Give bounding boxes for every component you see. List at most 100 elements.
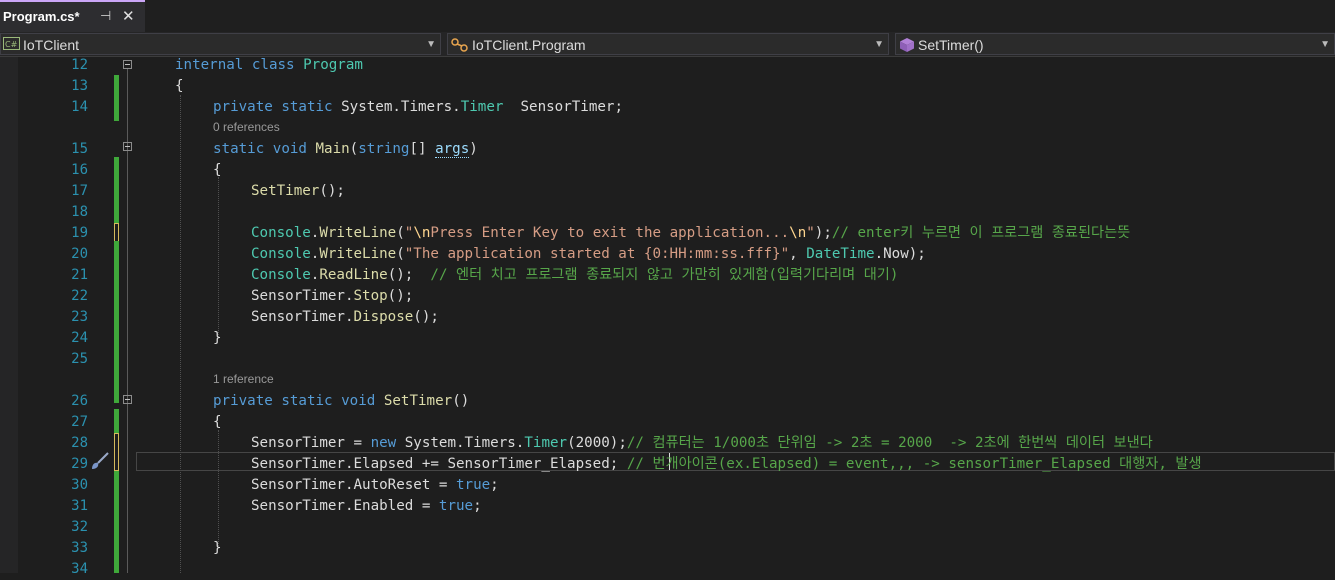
code-token: Stop [353,288,388,304]
csharp-project-icon: C# [3,37,20,50]
code-token: } [213,540,222,556]
code-line[interactable]: SensorTimer.Stop(); [251,286,413,307]
code-line[interactable]: } [213,538,222,559]
line-number: 14 [71,99,88,115]
member-dropdown[interactable]: SetTimer() ▼ [895,33,1335,55]
code-line[interactable]: private static System.Timers.Timer Senso… [213,97,623,118]
line-number: 20 [71,246,88,262]
code-token: ; [490,477,499,493]
tab-program-cs[interactable]: Program.cs* ⊣ ✕ [0,0,145,32]
code-editor[interactable]: 0 references 1 reference 12 internal clas… [0,55,1335,577]
code-line[interactable]: SensorTimer.AutoReset = true; [251,475,499,496]
code-token: (2000); [567,435,627,451]
code-line[interactable]: SetTimer(); [251,181,345,202]
code-line[interactable]: static void Main(string[] args) [213,139,478,160]
code-token: internal class [175,57,304,73]
change-bar [114,241,119,403]
class-icon [451,38,468,52]
code-token: " [806,225,815,241]
code-token: SensorTimer.AutoReset = [251,477,456,493]
code-token: , [789,246,807,262]
code-token: System.Timers. [404,435,525,451]
line-number: 19 [71,225,88,241]
line-number: 13 [71,78,88,94]
line-number: 30 [71,477,88,493]
collapse-icon[interactable] [123,142,132,151]
code-token: ( [349,141,359,157]
collapse-icon[interactable] [123,395,132,404]
pin-icon[interactable]: ⊣ [100,8,111,24]
collapse-icon[interactable] [123,60,132,69]
code-token: (); [319,183,345,199]
code-token: true [456,477,491,493]
chevron-down-icon: ▼ [1320,39,1330,50]
code-token: SetTimer [383,393,453,409]
code-token: DateTime [806,246,875,262]
code-line[interactable]: private static void SetTimer() [213,391,469,412]
code-line[interactable]: SensorTimer.Elapsed += SensorTimer_Elaps… [251,454,1202,475]
code-token: // 번개아이콘(ex.Elapsed) = event,,, -> senso… [626,456,1202,472]
line-number: 17 [71,183,88,199]
code-token: SensorTimer.Enabled = [251,498,439,514]
code-token: } [213,330,222,346]
quick-actions-brush-icon[interactable] [89,451,111,471]
code-token: Console [251,225,311,241]
code-token: static void [213,141,316,157]
change-bar-unsaved [114,433,119,471]
code-line[interactable]: Console.ReadLine(); // 엔터 치고 프로그램 종료되지 않… [251,265,898,286]
code-token: SetTimer [251,183,320,199]
project-dropdown[interactable]: C# IoTClient ▼ [0,33,441,55]
code-line[interactable]: Console.WriteLine("\nPress Enter Key to … [251,223,1130,244]
code-token: new [370,435,405,451]
code-token: private static void [213,393,384,409]
codelens-references[interactable]: 1 reference [213,372,274,386]
code-token: SensorTimer. [251,288,354,304]
code-token: WriteLine [319,225,397,241]
line-number: 27 [71,414,88,430]
code-line[interactable]: SensorTimer.Enabled = true; [251,496,482,517]
line-number: 18 [71,204,88,220]
chevron-down-icon: ▼ [874,39,884,50]
code-line[interactable]: { [213,412,222,433]
line-number: 23 [71,309,88,325]
chevron-down-icon: ▼ [426,39,436,50]
line-number: 34 [71,561,88,577]
code-token: (); [387,267,431,283]
code-line[interactable]: SensorTimer = new System.Timers.Timer(20… [251,433,1153,454]
code-token: ( [396,225,405,241]
code-token: { [213,414,222,430]
code-token: Timer [524,435,568,451]
method-cube-icon [900,38,914,52]
code-line[interactable]: } [213,328,222,349]
code-line[interactable]: { [213,160,222,181]
code-token: Console [251,267,311,283]
document-tab-strip: Program.cs* ⊣ ✕ [0,0,1335,32]
code-token: string [358,141,410,157]
code-line[interactable]: { [175,76,184,97]
code-token: // 컴퓨터는 1/000초 단위임 -> 2초 = 2000 -> 2초에 한… [626,435,1153,451]
line-number: 32 [71,519,88,535]
code-token: Press Enter Key to exit the application.… [430,225,790,241]
svg-text:C#: C# [5,40,18,49]
code-token: private static [213,99,342,115]
code-token: ; [473,498,482,514]
close-icon[interactable]: ✕ [122,7,135,25]
code-token: true [438,498,474,514]
line-number: 21 [71,267,88,283]
indent-guide [180,95,181,573]
code-token: \n [789,225,807,241]
code-line[interactable]: Console.WriteLine("The application start… [251,244,926,265]
code-token: System.Timers. [341,99,461,115]
class-dropdown[interactable]: IoTClient.Program ▼ [447,33,889,55]
code-token: Timer [460,99,504,115]
change-bar [114,75,119,121]
code-line[interactable]: internal class Program [175,55,363,76]
code-token: Console [251,246,311,262]
line-number: 33 [71,540,88,556]
tab-title: Program.cs* [3,9,80,24]
line-number: 26 [71,393,88,409]
code-line[interactable]: SensorTimer.Dispose(); [251,307,439,328]
line-number: 12 [71,57,88,73]
code-token: \n [413,225,431,241]
codelens-references[interactable]: 0 references [213,120,280,134]
